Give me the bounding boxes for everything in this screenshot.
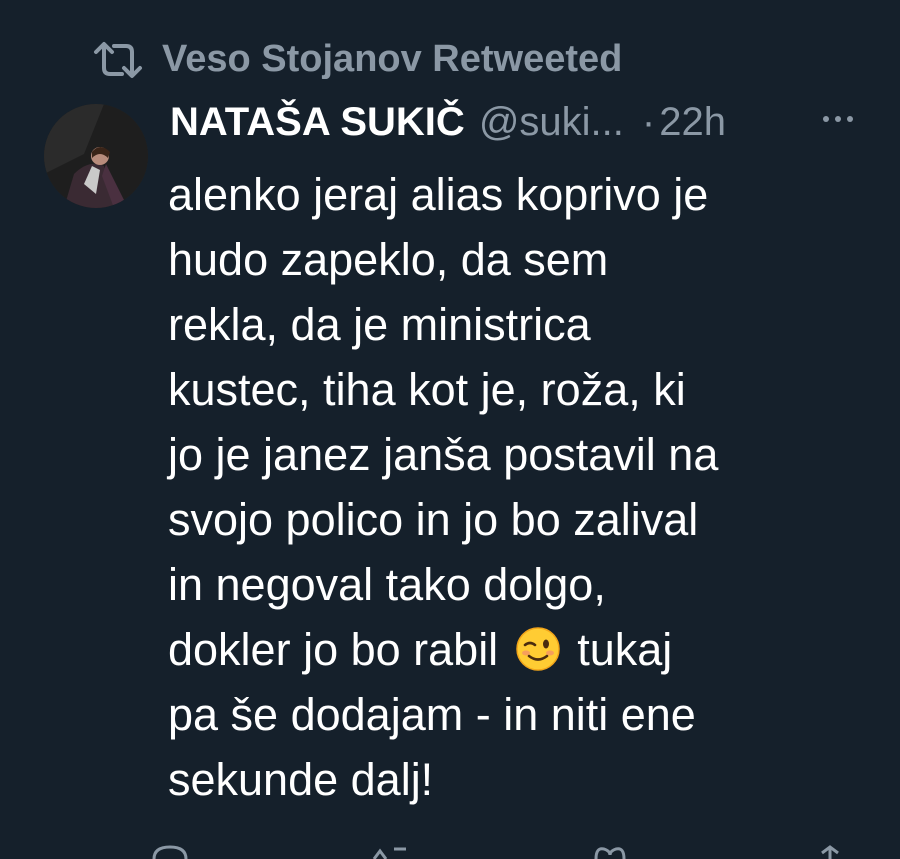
tweet-card[interactable]: Veso Stojanov Retweeted NATAŠA SUKIČ @su… bbox=[0, 0, 900, 859]
tweet-line: svojo polico in jo bo zalival bbox=[168, 494, 699, 545]
tweet-line: dokler jo bo rabil bbox=[168, 624, 499, 675]
tweet-line: alenko jeraj alias koprivo je bbox=[168, 169, 709, 220]
tweet-actions bbox=[150, 845, 850, 859]
retweet-icon[interactable] bbox=[370, 845, 410, 859]
tweet-line: rekla, da je ministrica bbox=[168, 299, 591, 350]
tweet-line: jo je janez janša postavil na bbox=[168, 429, 719, 480]
tweet-text: alenko jeraj alias koprivo je hudo zapek… bbox=[168, 162, 868, 812]
tweet-line-with-emoji: dokler jo bo rabil tukaj bbox=[168, 617, 868, 682]
tweet-line: hudo zapeklo, da sem bbox=[168, 234, 609, 285]
tweet-line: tukaj bbox=[577, 624, 673, 675]
retweet-label: Veso Stojanov Retweeted bbox=[162, 38, 623, 80]
like-icon[interactable] bbox=[590, 845, 630, 859]
tweet-line: sekunde dalj! bbox=[168, 754, 434, 805]
author-name[interactable]: NATAŠA SUKIČ bbox=[170, 100, 465, 145]
separator-dot: · bbox=[641, 100, 656, 144]
avatar[interactable] bbox=[44, 104, 148, 208]
retweet-icon bbox=[94, 41, 142, 78]
winking-face-emoji-icon bbox=[515, 627, 560, 671]
author-handle[interactable]: @suki... bbox=[479, 100, 624, 145]
reply-icon[interactable] bbox=[150, 845, 190, 859]
tweet-timestamp[interactable]: 22h bbox=[659, 100, 726, 145]
tweet-line: pa še dodajam - in niti ene bbox=[168, 689, 696, 740]
share-icon[interactable] bbox=[810, 845, 850, 859]
more-options-icon[interactable] bbox=[818, 104, 858, 134]
tweet-line: in negoval tako dolgo, bbox=[168, 559, 606, 610]
retweet-context[interactable]: Veso Stojanov Retweeted bbox=[92, 38, 622, 81]
tweet-line: kustec, tiha kot je, roža, ki bbox=[168, 364, 686, 415]
tweet-header: NATAŠA SUKIČ @suki... · 22h bbox=[170, 100, 726, 145]
avatar-image bbox=[44, 104, 148, 208]
